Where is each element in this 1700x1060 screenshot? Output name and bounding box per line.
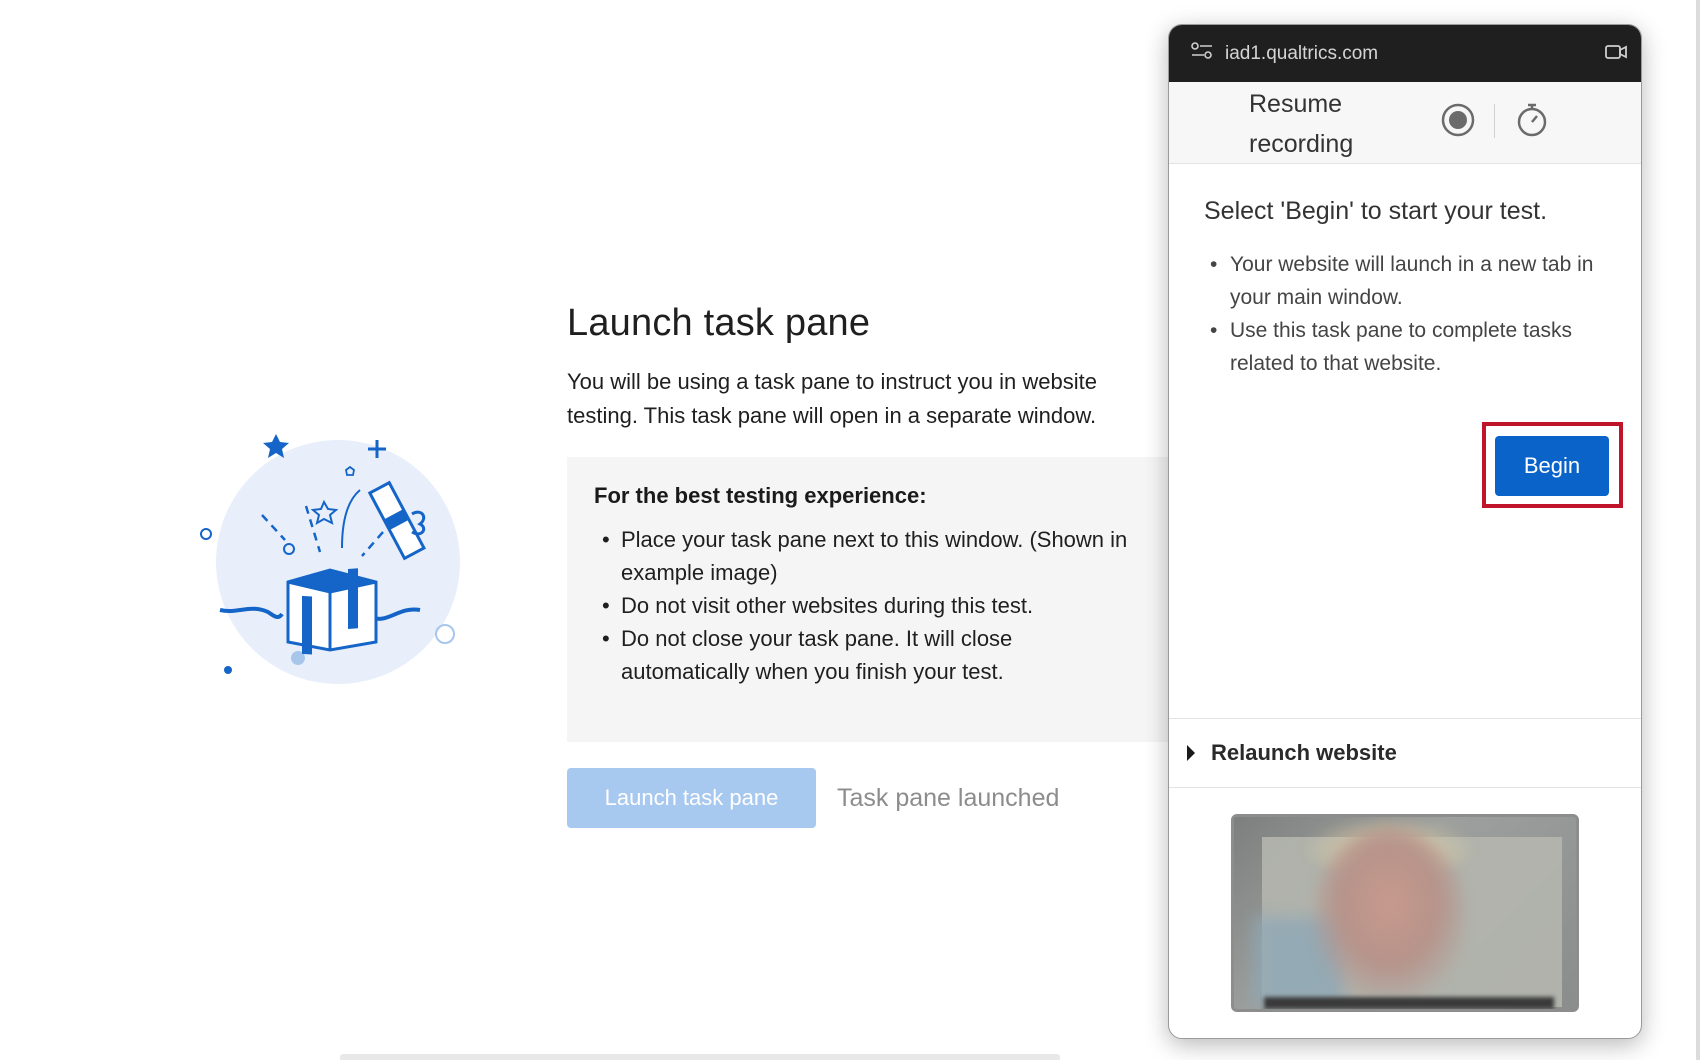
- main-content: Launch task pane You will be using a tas…: [567, 298, 1167, 433]
- pane-body: Select 'Begin' to start your test. Your …: [1169, 164, 1641, 719]
- tips-item: Do not visit other websites during this …: [594, 589, 1144, 622]
- pane-instruction-item: Use this task pane to complete tasks rel…: [1204, 314, 1614, 380]
- pane-url: iad1.qualtrics.com: [1225, 42, 1379, 64]
- caret-right-icon: [1187, 745, 1195, 761]
- camera-icon[interactable]: [1605, 43, 1627, 66]
- page-title: Launch task pane: [567, 302, 871, 344]
- stopwatch-icon[interactable]: [1515, 101, 1549, 144]
- task-pane-window: iad1.qualtrics.com Resume recording Sele…: [1168, 24, 1642, 1039]
- tips-item: Do not close your task pane. It will clo…: [594, 622, 1144, 688]
- record-icon[interactable]: [1440, 102, 1476, 143]
- gift-box-illustration: [190, 420, 470, 690]
- pane-instruction-item: Your website will launch in a new tab in…: [1204, 248, 1614, 314]
- toolbar-divider: [1494, 104, 1495, 138]
- window-edge: [1696, 0, 1700, 1060]
- pane-instructions: Your website will launch in a new tab in…: [1204, 248, 1614, 380]
- pane-titlebar: iad1.qualtrics.com: [1169, 25, 1641, 82]
- relaunch-website-toggle[interactable]: Relaunch website: [1169, 719, 1641, 788]
- tips-list: Place your task pane next to this window…: [594, 523, 1144, 688]
- pane-heading: Select 'Begin' to start your test.: [1204, 197, 1548, 225]
- relaunch-website-label: Relaunch website: [1211, 740, 1397, 765]
- launch-task-pane-button[interactable]: Launch task pane: [567, 768, 816, 828]
- bottom-shadow: [340, 1054, 1060, 1060]
- tips-item: Place your task pane next to this window…: [594, 523, 1144, 589]
- resume-recording-label[interactable]: Resume recording: [1249, 84, 1389, 164]
- webcam-preview: [1231, 814, 1579, 1012]
- site-controls-icon[interactable]: [1191, 41, 1213, 66]
- tips-title: For the best testing experience:: [594, 483, 927, 508]
- launch-actions: Launch task pane Task pane launched: [567, 768, 1059, 828]
- tips-box: For the best testing experience: Place y…: [567, 457, 1170, 742]
- launch-status-text: Task pane launched: [837, 783, 1060, 812]
- page-description: You will be using a task pane to instruc…: [567, 369, 1097, 428]
- begin-button[interactable]: Begin: [1495, 436, 1609, 496]
- pane-toolbar: Resume recording: [1169, 82, 1641, 164]
